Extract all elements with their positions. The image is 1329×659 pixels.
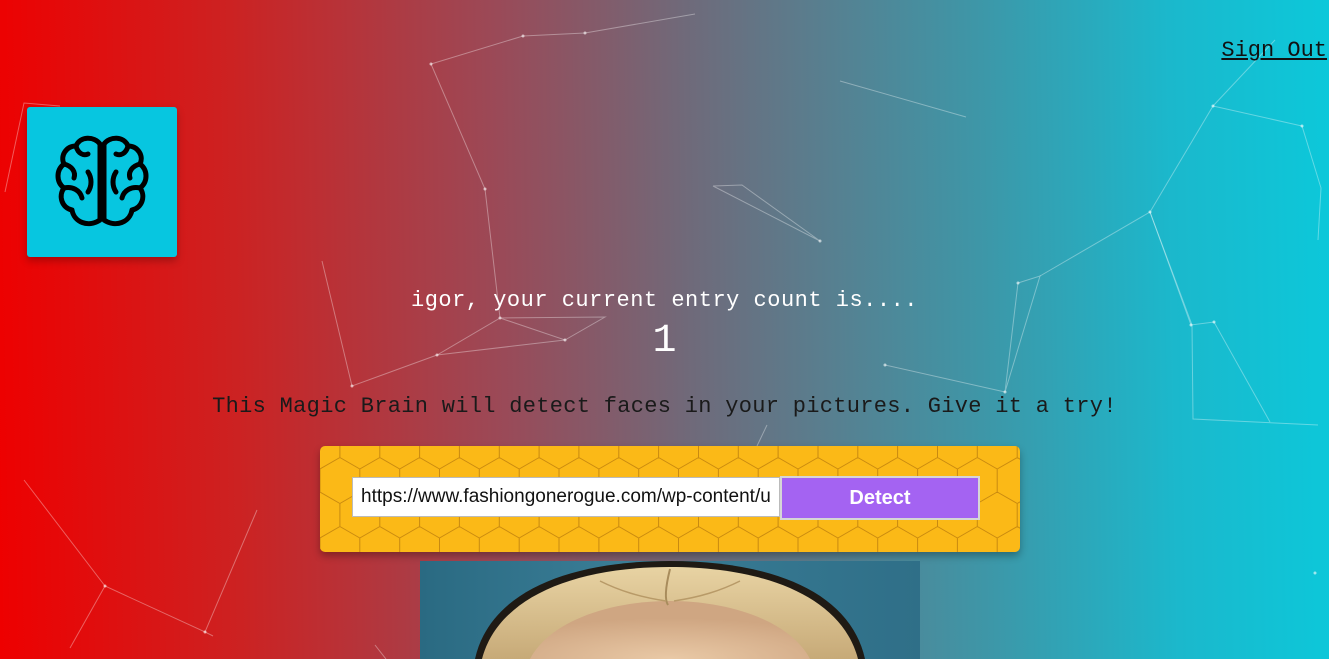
- image-link-form: Detect: [320, 446, 1020, 552]
- sign-out-link[interactable]: Sign Out: [1221, 38, 1329, 63]
- image-url-input[interactable]: [352, 477, 780, 517]
- top-nav: Sign Out: [1221, 38, 1329, 63]
- entry-rank: igor, your current entry count is.... 1: [0, 286, 1329, 366]
- face-photo: [475, 561, 865, 659]
- entry-count-value: 1: [652, 319, 677, 364]
- brain-icon: [55, 135, 149, 227]
- intro-text: This Magic Brain will detect faces in yo…: [212, 394, 1117, 419]
- logo-tilt-card[interactable]: [27, 107, 177, 257]
- face-image: [420, 561, 920, 659]
- form-row: Detect: [352, 476, 980, 520]
- entry-count-message: igor, your current entry count is....: [411, 288, 918, 313]
- detect-button[interactable]: Detect: [780, 476, 980, 520]
